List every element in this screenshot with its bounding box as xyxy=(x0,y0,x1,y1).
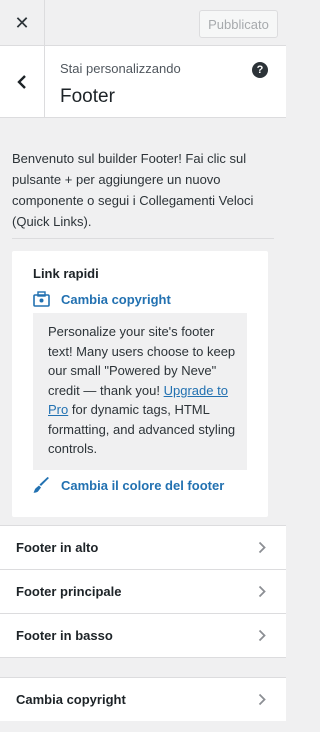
chevron-right-icon xyxy=(258,693,266,706)
intro-text: Benvenuto sul builder Footer! Fai clic s… xyxy=(12,151,254,229)
nav-item-label: Footer in basso xyxy=(16,628,113,643)
footer-rows-list: Footer in alto Footer principale Footer … xyxy=(0,525,286,658)
close-icon[interactable]: ✕ xyxy=(0,0,45,46)
paint-brush-icon xyxy=(33,477,49,493)
help-icon[interactable]: ? xyxy=(252,62,268,78)
copyright-section-list: Cambia copyright xyxy=(0,677,286,722)
chevron-right-icon xyxy=(258,629,266,642)
chevron-right-icon xyxy=(258,585,266,598)
quick-links-card: Link rapidi Cambia copyright Personalize… xyxy=(12,251,268,517)
nav-item-change-copyright[interactable]: Cambia copyright xyxy=(0,678,286,722)
promo-box: Personalize your site's footer text! Man… xyxy=(33,313,247,470)
change-footer-color-link[interactable]: Cambia il colore del footer xyxy=(33,477,224,493)
divider xyxy=(12,238,274,239)
chevron-right-icon xyxy=(258,541,266,554)
nav-item-footer-main[interactable]: Footer principale xyxy=(0,570,286,614)
nav-item-footer-bottom[interactable]: Footer in basso xyxy=(0,614,286,658)
copyright-component-icon xyxy=(33,291,50,307)
nav-item-label: Cambia copyright xyxy=(16,692,126,707)
publish-button[interactable]: Pubblicato xyxy=(199,10,278,38)
change-copyright-label: Cambia copyright xyxy=(61,291,171,307)
nav-item-footer-top[interactable]: Footer in alto xyxy=(0,526,286,570)
top-bar: ✕ Pubblicato xyxy=(0,0,286,46)
nav-item-label: Footer in alto xyxy=(16,540,99,555)
page-title: Footer xyxy=(60,86,115,107)
quick-links-title: Link rapidi xyxy=(33,266,99,281)
chevron-left-icon xyxy=(17,75,26,89)
back-button[interactable] xyxy=(0,46,45,118)
promo-text-2: for dynamic tags, HTML formatting, and a… xyxy=(48,402,236,456)
section-header: Stai personalizzando Footer ? xyxy=(0,46,286,118)
change-color-label: Cambia il colore del footer xyxy=(61,477,225,493)
nav-item-label: Footer principale xyxy=(16,584,122,599)
customizing-label: Stai personalizzando xyxy=(60,61,181,76)
panel-bottom-gap xyxy=(0,721,286,732)
change-copyright-link[interactable]: Cambia copyright xyxy=(33,291,171,307)
